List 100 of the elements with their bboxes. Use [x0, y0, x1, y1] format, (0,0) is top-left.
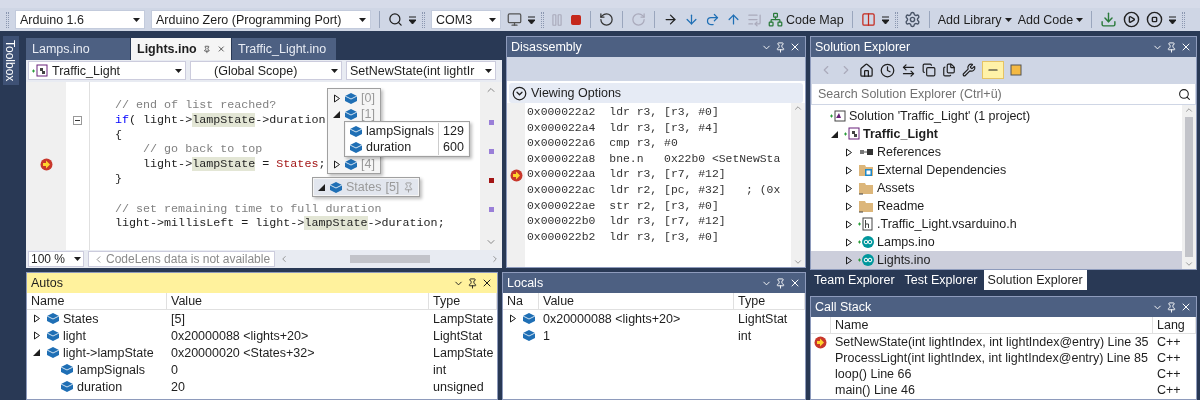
expander-icon[interactable]: [845, 219, 853, 229]
files-icon[interactable]: [942, 63, 956, 77]
tree-item[interactable]: Readme: [811, 197, 1182, 215]
pin-icon[interactable]: [1166, 41, 1177, 53]
column-header[interactable]: Na: [503, 293, 539, 310]
preview-toggle[interactable]: [982, 61, 1004, 79]
viewing-options-bar[interactable]: Viewing Options: [509, 83, 803, 103]
scroll-marker: [488, 178, 494, 183]
close-icon[interactable]: [1180, 301, 1192, 313]
board-target-dropdown[interactable]: Arduino Zero (Programming Port): [151, 10, 371, 29]
tree-item[interactable]: Assets: [811, 179, 1182, 197]
column-header[interactable]: Lang: [1153, 317, 1196, 334]
pin-icon[interactable]: [775, 41, 786, 53]
sync-icon[interactable]: [901, 62, 916, 78]
expander-icon[interactable]: [845, 237, 853, 247]
add-code-button[interactable]: Add Code: [1017, 12, 1084, 27]
overflow-icon[interactable]: [409, 15, 416, 24]
tree-item[interactable]: Lights.ino: [811, 251, 1182, 269]
overflow-icon[interactable]: [528, 15, 535, 24]
table-cell[interactable]: main() Line 46: [831, 382, 1153, 398]
tool-window-tab[interactable]: Test Explorer: [900, 270, 982, 290]
zoom-dropdown[interactable]: 100 %: [28, 251, 84, 267]
toolbox-tab[interactable]: Toolbox: [3, 36, 19, 86]
scope-dropdown[interactable]: (Global Scope): [190, 61, 342, 80]
overflow-icon[interactable]: [1169, 15, 1177, 24]
home-icon[interactable]: [859, 62, 874, 78]
step-into-icon[interactable]: [684, 12, 699, 27]
stop-icon[interactable]: [570, 13, 582, 26]
search-box[interactable]: Search Solution Explorer (Ctrl+ü): [811, 83, 1196, 105]
tree-item[interactable]: Lamps.ino: [811, 233, 1182, 251]
step-over-icon[interactable]: [705, 12, 720, 27]
expander-icon[interactable]: [333, 159, 341, 169]
pin-icon[interactable]: [202, 43, 211, 55]
tool-window-tab[interactable]: Solution Explorer: [983, 270, 1087, 290]
close-icon[interactable]: [481, 277, 493, 289]
arrow-right-icon[interactable]: [663, 12, 678, 27]
expander-icon[interactable]: [845, 201, 853, 211]
expander-icon[interactable]: [33, 331, 41, 340]
add-library-button[interactable]: Add Library: [937, 12, 1012, 27]
restart-icon[interactable]: [599, 12, 614, 27]
header-file-icon: [858, 217, 874, 231]
collapse-icon[interactable]: [73, 115, 82, 125]
board-dropdown[interactable]: Arduino 1.6: [15, 10, 145, 29]
expander-icon[interactable]: [845, 183, 853, 193]
port-dropdown[interactable]: COM3: [431, 10, 501, 29]
expander-icon[interactable]: [509, 314, 517, 323]
tree-item[interactable]: Traffic_Light: [811, 125, 1182, 143]
document-tab[interactable]: Lights.ino: [131, 38, 231, 60]
search-icon[interactable]: [388, 12, 403, 27]
column-header[interactable]: Type: [734, 293, 805, 310]
tree-item[interactable]: Solution 'Traffic_Light' (1 project): [811, 107, 1182, 125]
tool-window-tab[interactable]: Team Explorer: [810, 270, 899, 290]
collapse-all-icon[interactable]: [922, 63, 936, 77]
expander-icon[interactable]: [33, 348, 41, 357]
column-header[interactable]: Name: [27, 293, 167, 310]
close-icon[interactable]: [1180, 41, 1192, 53]
table-cell[interactable]: SetNewState(int lightIndex, int lightIndex@entry) Line 35: [831, 334, 1153, 350]
close-icon[interactable]: [789, 277, 801, 289]
pin-icon[interactable]: [775, 277, 786, 289]
search-field[interactable]: Search Solution Explorer (Ctrl+ü): [816, 86, 1178, 102]
stop-circle-icon[interactable]: [1146, 11, 1164, 28]
expander-icon[interactable]: [845, 165, 853, 175]
search-icon[interactable]: [1178, 87, 1191, 101]
expander-icon[interactable]: [318, 182, 326, 192]
expand-icon[interactable]: [512, 85, 527, 101]
expander-icon[interactable]: [845, 255, 853, 265]
monitor-icon[interactable]: [507, 12, 522, 27]
square-icon[interactable]: [1010, 64, 1022, 76]
cube-icon: [330, 181, 342, 193]
column-header[interactable]: Type: [429, 293, 497, 310]
tree-item[interactable]: External Dependencies: [811, 161, 1182, 179]
tree-item[interactable]: References: [811, 143, 1182, 161]
table-cell[interactable]: ProcessLight(int lightIndex, int lightIndex@entry) Line 85: [831, 350, 1153, 366]
close-icon[interactable]: [789, 41, 801, 53]
tree-item[interactable]: .Traffic_Light.vsarduino.h: [811, 215, 1182, 233]
properties-icon[interactable]: [962, 63, 976, 77]
clock-icon[interactable]: [880, 62, 895, 78]
expander-icon[interactable]: [831, 129, 839, 139]
address: 0x000022a2: [527, 105, 596, 120]
column-header[interactable]: Name: [831, 317, 1153, 334]
column-header[interactable]: Value: [539, 293, 734, 310]
document-tab[interactable]: Traffic_Light.ino: [232, 38, 336, 60]
folder-icon: [858, 199, 874, 213]
pin-icon[interactable]: [467, 277, 478, 289]
table-cell[interactable]: loop() Line 66: [831, 366, 1153, 382]
code-map-button[interactable]: Code Map: [768, 12, 844, 27]
column-header[interactable]: Value: [167, 293, 429, 310]
play-icon[interactable]: [1123, 11, 1141, 28]
settings-icon[interactable]: [903, 11, 921, 28]
step-out-icon[interactable]: [726, 12, 741, 27]
expander-icon[interactable]: [845, 147, 853, 157]
download-icon[interactable]: [1100, 11, 1118, 28]
expander-icon[interactable]: [333, 93, 341, 103]
expander-icon[interactable]: [333, 109, 341, 119]
expander-icon[interactable]: [33, 314, 41, 323]
overflow-icon[interactable]: [881, 15, 889, 24]
pin-icon[interactable]: [1166, 301, 1177, 313]
project-dropdown[interactable]: Traffic_Light: [28, 61, 186, 80]
member-dropdown[interactable]: SetNewState(int lightIr: [346, 61, 496, 80]
document-tab[interactable]: Lamps.ino: [26, 38, 130, 60]
